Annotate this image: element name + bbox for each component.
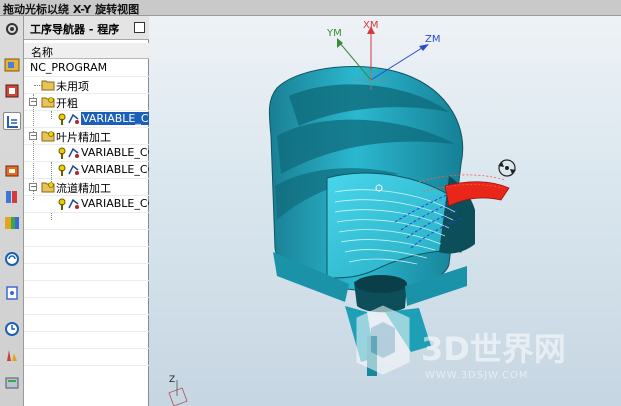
toolpath-operation-icon [68, 198, 80, 212]
toolpath-operation-icon [68, 147, 80, 161]
clock-icon[interactable] [3, 320, 21, 338]
watermark-brand: 3D世界网 [421, 330, 566, 368]
status-pin-icon [57, 147, 67, 161]
folder-icon [41, 181, 55, 195]
status-pin-icon [57, 113, 67, 127]
tree-row-empty [24, 332, 149, 349]
folder-icon [41, 130, 55, 144]
view-triad: Z [168, 375, 188, 406]
tree-item-label: 未用项 [56, 80, 89, 93]
tree-row-empty [24, 349, 149, 366]
tree-item-label: VARIABLE_CC [81, 146, 149, 159]
column-header[interactable]: 名称 [24, 43, 149, 59]
tree-row-empty [24, 247, 149, 264]
tree-item-label: 流道精加工 [56, 182, 111, 195]
axis-label-x: XM [363, 20, 378, 31]
reuse-library-icon[interactable] [3, 188, 21, 206]
tree-item-label: VARIABLE_CC [81, 197, 149, 210]
tree-row-empty [24, 230, 149, 247]
toolpath-operation-icon [68, 113, 80, 127]
tree-item-label: 开粗 [56, 97, 78, 110]
navigator-header: 工序导航器 - 程序 [24, 16, 149, 40]
rotate-cursor-icon [498, 159, 516, 177]
tree-row-nc-program[interactable]: NC_PROGRAM [24, 60, 149, 77]
tree-row-operation[interactable]: VARIABLE_CC [24, 196, 149, 213]
collapse-toggle-icon[interactable]: − [29, 98, 37, 106]
tree-item-label: NC_PROGRAM [30, 61, 108, 74]
gear-icon[interactable] [3, 20, 21, 38]
graphics-viewport[interactable]: XM YM ZM Z 3D世界网 WWW.3DSJW.COM [149, 16, 621, 406]
model-scene: XM YM ZM Z 3D世界网 WWW.3DSJW.COM [168, 20, 566, 406]
watermark-url: WWW.3DSJW.COM [425, 370, 528, 381]
collapse-toggle-icon[interactable]: − [29, 132, 37, 140]
tree-row-unused[interactable]: 未用项 [24, 77, 149, 94]
operation-navigator: 工序导航器 - 程序 名称 NC_PROGRAM 未用项 − 开粗 VARIAB… [24, 16, 149, 406]
assembly-icon[interactable] [3, 56, 21, 74]
axis-label-y: YM [326, 28, 342, 39]
system-icon[interactable] [3, 374, 21, 392]
window-title-bar: 拖动光标以绕 X-Y 旋转视图 [0, 0, 621, 16]
maximize-icon[interactable] [134, 22, 145, 33]
tree-row-empty [24, 281, 149, 298]
column-header-label: 名称 [31, 46, 53, 59]
tree-row-channel-finish[interactable]: − 流道精加工 [24, 179, 149, 196]
collapse-toggle-icon[interactable]: − [29, 183, 37, 191]
tree-row-rough[interactable]: − 开粗 [24, 94, 149, 111]
tree-item-label: VARIABLE_CC [81, 163, 149, 176]
tree-row-empty [24, 315, 149, 332]
operation-nav-icon[interactable] [3, 112, 21, 130]
axis-label-z: ZM [425, 34, 440, 45]
status-pin-icon [57, 164, 67, 178]
tree-row-operation[interactable]: VARIABLE_CC [24, 145, 149, 162]
tree-row-operation[interactable]: VARIABLE_CO [24, 111, 149, 128]
resource-bar [0, 16, 24, 406]
window-title: 拖动光标以绕 X-Y 旋转视图 [3, 3, 140, 16]
tree-row-blade-finish[interactable]: − 叶片精加工 [24, 128, 149, 145]
program-tree: NC_PROGRAM 未用项 − 开粗 VARIABLE_CO [24, 60, 149, 366]
part-icon[interactable] [3, 82, 21, 100]
watermark: 3D世界网 WWW.3DSJW.COM [356, 305, 566, 381]
tree-item-label: VARIABLE_CO [81, 112, 149, 125]
folder-icon [41, 79, 55, 93]
palette-icon[interactable] [3, 284, 21, 302]
roles-icon[interactable] [3, 346, 21, 364]
navigator-title: 工序导航器 - 程序 [30, 23, 120, 36]
tree-row-operation[interactable]: VARIABLE_CC [24, 162, 149, 179]
tree-row-empty [24, 298, 149, 315]
status-pin-icon [57, 198, 67, 212]
web-browser-icon[interactable] [3, 250, 21, 268]
folder-icon [41, 96, 55, 110]
tree-row-empty [24, 213, 149, 230]
triad-label: Z [169, 375, 175, 385]
history-icon[interactable] [3, 214, 21, 232]
tree-row-empty [24, 264, 149, 281]
tree-item-label: 叶片精加工 [56, 131, 111, 144]
machine-icon[interactable] [3, 162, 21, 180]
toolpath-operation-icon [68, 164, 80, 178]
